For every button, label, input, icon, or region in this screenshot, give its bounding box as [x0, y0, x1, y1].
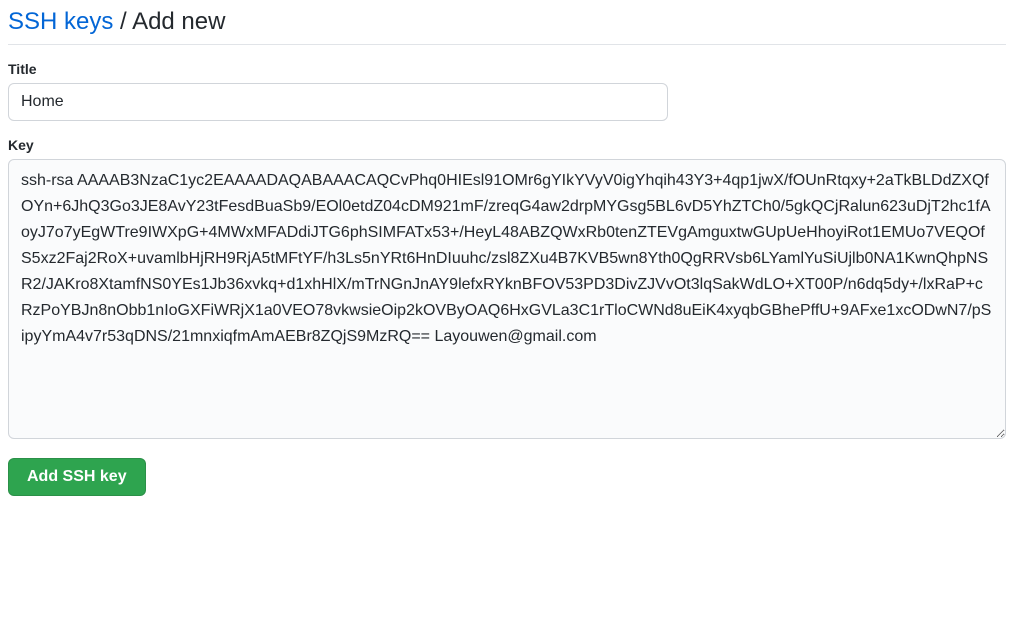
add-ssh-key-button[interactable]: Add SSH key: [8, 458, 146, 496]
key-textarea[interactable]: ssh-rsa AAAAB3NzaC1yc2EAAAADAQABAAACAQCv…: [8, 159, 1006, 439]
title-field-group: Title: [8, 61, 1006, 121]
key-label: Key: [8, 137, 1006, 153]
key-field-group: Key ssh-rsa AAAAB3NzaC1yc2EAAAADAQABAAAC…: [8, 137, 1006, 442]
page-header: SSH keys / Add new: [8, 8, 1006, 45]
breadcrumb-current: Add new: [132, 8, 225, 35]
title-input[interactable]: [8, 83, 668, 121]
breadcrumb-link[interactable]: SSH keys: [8, 8, 113, 35]
title-label: Title: [8, 61, 1006, 77]
breadcrumb-separator: /: [113, 8, 132, 35]
